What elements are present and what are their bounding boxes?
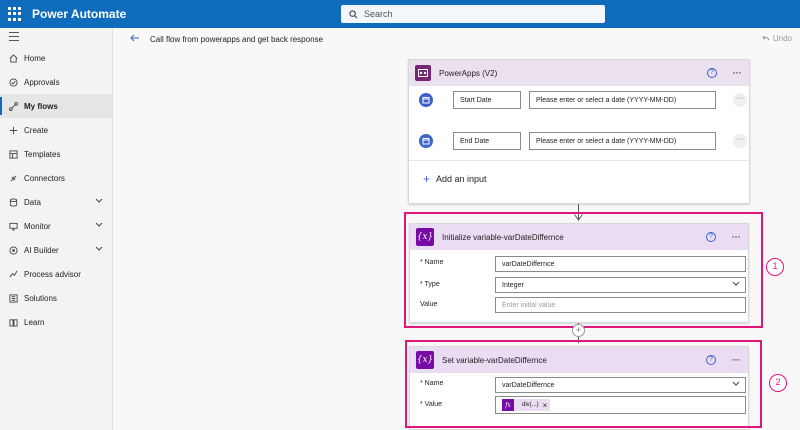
flow-canvas: PowerApps (V2) ? ··· Start Date Please e… [114, 50, 800, 430]
templates-icon [9, 149, 18, 159]
start-date-field[interactable]: Please enter or select a date (YYYY-MM-D… [529, 91, 716, 109]
sidebar-item-label: Solutions [24, 293, 57, 303]
sidebar-item-label: Templates [24, 149, 61, 159]
sidebar-item-label: Approvals [24, 77, 60, 87]
add-input-label: Add an input [436, 174, 487, 184]
sidebar-item-monitor[interactable]: Monitor [0, 214, 112, 238]
highlight-box [405, 340, 762, 428]
insert-step-icon[interactable]: + [572, 324, 585, 337]
sidebar-item-label: Monitor [24, 221, 51, 231]
sidebar-item-templates[interactable]: Templates [0, 142, 112, 166]
trigger-input-row: End Date Please enter or select a date (… [419, 131, 749, 151]
flows-icon [9, 101, 18, 111]
sidebar-item-approvals[interactable]: Approvals [0, 70, 112, 94]
sidebar-item-my-flows[interactable]: My flows [0, 94, 112, 118]
sidebar-item-label: Create [24, 125, 49, 135]
connectors-icon [9, 174, 18, 183]
ai-builder-icon [9, 245, 18, 255]
sidebar-item-solutions[interactable]: Solutions [0, 286, 112, 310]
sidebar-item-create[interactable]: Create [0, 118, 112, 142]
sidebar-item-label: Home [24, 53, 46, 63]
annotation-badge: 1 [766, 258, 784, 276]
more-options-icon[interactable]: ··· [733, 93, 747, 107]
sidebar-item-data[interactable]: Data [0, 190, 112, 214]
approvals-icon [9, 77, 18, 87]
calendar-icon [419, 93, 433, 107]
plus-icon [9, 126, 18, 135]
input-label-start-date[interactable]: Start Date [453, 91, 521, 109]
app-launcher-icon[interactable] [8, 7, 22, 21]
undo-label: Undo [772, 34, 792, 43]
help-icon[interactable]: ? [707, 68, 717, 78]
flow-title: Call flow from powerapps and get back re… [150, 34, 323, 44]
annotation-badge: 2 [769, 374, 787, 392]
powerapps-card-header[interactable]: PowerApps (V2) ? ··· [409, 60, 749, 86]
calendar-icon [419, 134, 433, 148]
sidebar-item-ai-builder[interactable]: AI Builder [0, 238, 112, 262]
input-label-end-date[interactable]: End Date [453, 132, 521, 150]
more-options-icon[interactable]: ··· [732, 65, 742, 79]
search-placeholder: Search [364, 9, 393, 19]
powerapps-icon [415, 65, 431, 81]
sidebar: Home Approvals My flows Create Templates… [0, 28, 113, 430]
undo-button[interactable]: Undo [762, 34, 792, 43]
sidebar-item-home[interactable]: Home [0, 46, 112, 70]
hamburger-icon[interactable] [0, 28, 112, 46]
sidebar-item-label: My flows [24, 101, 58, 111]
monitor-icon [9, 222, 18, 231]
search-input[interactable]: Search [341, 5, 605, 23]
command-bar: Call flow from powerapps and get back re… [114, 28, 800, 50]
sidebar-item-connectors[interactable]: Connectors [0, 166, 112, 190]
sidebar-item-label: Process advisor [24, 269, 81, 279]
powerapps-trigger-card[interactable]: PowerApps (V2) ? ··· Start Date Please e… [408, 59, 750, 204]
home-icon [9, 53, 18, 63]
sidebar-item-learn[interactable]: Learn [0, 310, 112, 334]
highlight-box [404, 212, 763, 328]
add-input-button[interactable]: + Add an input [423, 172, 487, 186]
solutions-icon [9, 293, 18, 303]
sidebar-item-label: Learn [24, 317, 45, 327]
sidebar-item-process-advisor[interactable]: Process advisor [0, 262, 112, 286]
powerapps-card-title: PowerApps (V2) [439, 68, 498, 78]
database-icon [9, 197, 18, 207]
more-options-icon[interactable]: ··· [733, 134, 747, 148]
trigger-input-row: Start Date Please enter or select a date… [419, 90, 749, 110]
app-name[interactable]: Power Automate [32, 7, 126, 21]
end-date-field[interactable]: Please enter or select a date (YYYY-MM-D… [529, 132, 716, 150]
divider [409, 160, 749, 161]
chevron-down-icon [95, 198, 103, 203]
process-advisor-icon [9, 270, 18, 279]
chevron-down-icon [95, 222, 103, 227]
sidebar-item-label: Connectors [24, 173, 65, 183]
plus-icon: + [423, 172, 431, 186]
sidebar-item-label: AI Builder [24, 245, 59, 255]
top-bar: Power Automate Search [0, 0, 800, 28]
back-arrow-icon[interactable] [130, 34, 140, 44]
book-icon [9, 318, 18, 327]
sidebar-item-label: Data [24, 197, 41, 207]
undo-icon [762, 35, 770, 40]
chevron-down-icon [95, 246, 103, 251]
search-icon [349, 9, 358, 18]
